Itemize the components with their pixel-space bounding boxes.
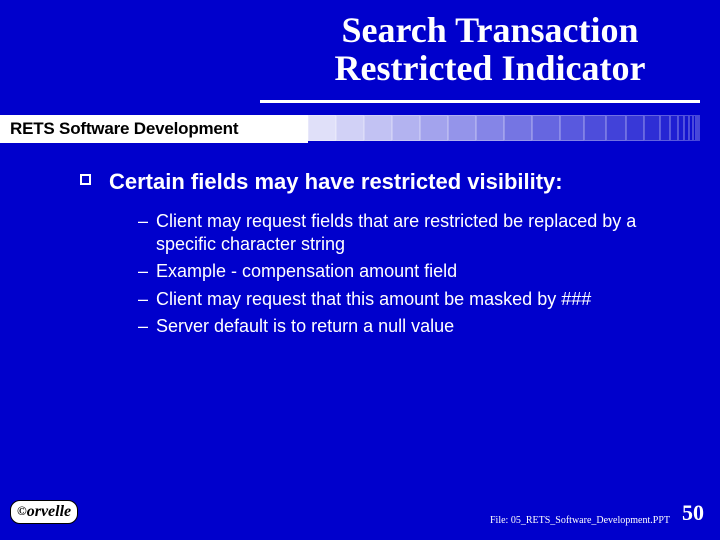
title-line-2: Restricted Indicator: [335, 48, 646, 88]
gradient-cell-icon: [364, 115, 392, 141]
gradient-cell-icon: [626, 115, 644, 141]
gradient-cell-icon: [336, 115, 364, 141]
list-item: – Server default is to return a null val…: [138, 315, 680, 338]
title-line-1: Search Transaction: [341, 10, 638, 50]
gradient-cell-icon: [606, 115, 626, 141]
gradient-cell-icon: [660, 115, 670, 141]
ribbon-gradient-icon: [308, 115, 720, 141]
footer: File: 05_RETS_Software_Development.PPT 5…: [490, 500, 704, 526]
dash-icon: –: [138, 315, 156, 338]
file-label: File: 05_RETS_Software_Development.PPT: [490, 515, 670, 526]
dash-icon: –: [138, 260, 156, 283]
gradient-cell-icon: [504, 115, 532, 141]
ribbon-label: RETS Software Development: [0, 115, 308, 143]
list-item: – Example - compensation amount field: [138, 260, 680, 283]
gradient-cell-icon: [560, 115, 584, 141]
title-area: Search Transaction Restricted Indicator: [0, 0, 720, 92]
sub-bullet-text: Client may request fields that are restr…: [156, 210, 680, 257]
gradient-cell-icon: [392, 115, 420, 141]
dash-icon: –: [138, 288, 156, 311]
dash-icon: –: [138, 210, 156, 233]
logo-text: orvelle: [27, 503, 71, 520]
gradient-cell-icon: [584, 115, 606, 141]
gradient-cell-icon: [644, 115, 660, 141]
ribbon: RETS Software Development: [0, 111, 720, 143]
sub-bullet-text: Server default is to return a null value: [156, 315, 680, 338]
gradient-cell-icon: [420, 115, 448, 141]
gradient-cell-icon: [448, 115, 476, 141]
sub-bullet-list: – Client may request fields that are res…: [138, 210, 680, 339]
slide-title: Search Transaction Restricted Indicator: [335, 12, 646, 88]
gradient-cell-icon: [670, 115, 678, 141]
title-underline: [260, 100, 700, 103]
gradient-cell-icon: [698, 115, 700, 141]
slide: Search Transaction Restricted Indicator …: [0, 0, 720, 540]
main-bullet-text: Certain fields may have restricted visib…: [109, 168, 563, 196]
gradient-cell-icon: [476, 115, 504, 141]
copyright-icon: ©: [17, 503, 27, 518]
main-bullet: Certain fields may have restricted visib…: [80, 168, 680, 196]
content-area: Certain fields may have restricted visib…: [80, 168, 680, 342]
square-bullet-icon: [80, 174, 91, 185]
list-item: – Client may request fields that are res…: [138, 210, 680, 257]
brand-logo: ©orvelle: [10, 500, 78, 524]
gradient-cell-icon: [308, 115, 336, 141]
gradient-cell-icon: [532, 115, 560, 141]
sub-bullet-text: Example - compensation amount field: [156, 260, 680, 283]
page-number: 50: [682, 500, 704, 526]
sub-bullet-text: Client may request that this amount be m…: [156, 288, 680, 311]
list-item: – Client may request that this amount be…: [138, 288, 680, 311]
